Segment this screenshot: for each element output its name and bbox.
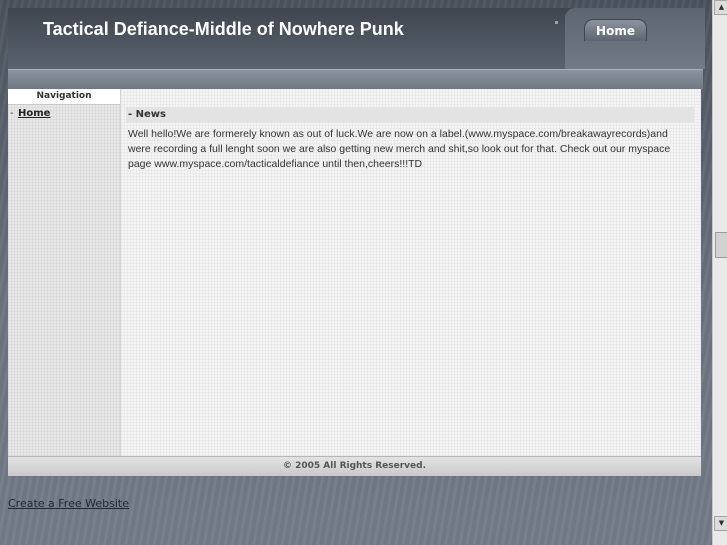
news-heading: - News: [126, 107, 694, 123]
footer-copyright: © 2005 All Rights Reserved.: [8, 456, 701, 476]
page-container: Navigation - Home - News Well hello!We a…: [8, 89, 701, 456]
header-dot: [555, 21, 558, 24]
scroll-up-arrow-icon[interactable]: ▲: [714, 0, 727, 15]
scroll-down-arrow-icon[interactable]: ▼: [714, 516, 727, 531]
scroll-thumb[interactable]: [715, 232, 727, 258]
sidebar-item-home[interactable]: - Home: [8, 105, 120, 119]
sidebar: Navigation - Home: [8, 89, 121, 456]
navigation-heading: Navigation: [8, 89, 120, 105]
home-tab[interactable]: Home: [584, 19, 647, 41]
sidebar-item-home-link[interactable]: Home: [18, 108, 50, 119]
nav-bullet: -: [10, 108, 14, 119]
site-title: Tactical Defiance-Middle of Nowhere Punk: [43, 19, 404, 39]
create-free-website-link[interactable]: Create a Free Website: [8, 497, 129, 510]
header-stripe: [8, 69, 703, 90]
main-content: - News Well hello!We are formerely known…: [121, 89, 701, 456]
vertical-scrollbar[interactable]: ▲ ▼: [712, 0, 727, 545]
news-body: Well hello!We are formerely known as out…: [128, 128, 671, 170]
